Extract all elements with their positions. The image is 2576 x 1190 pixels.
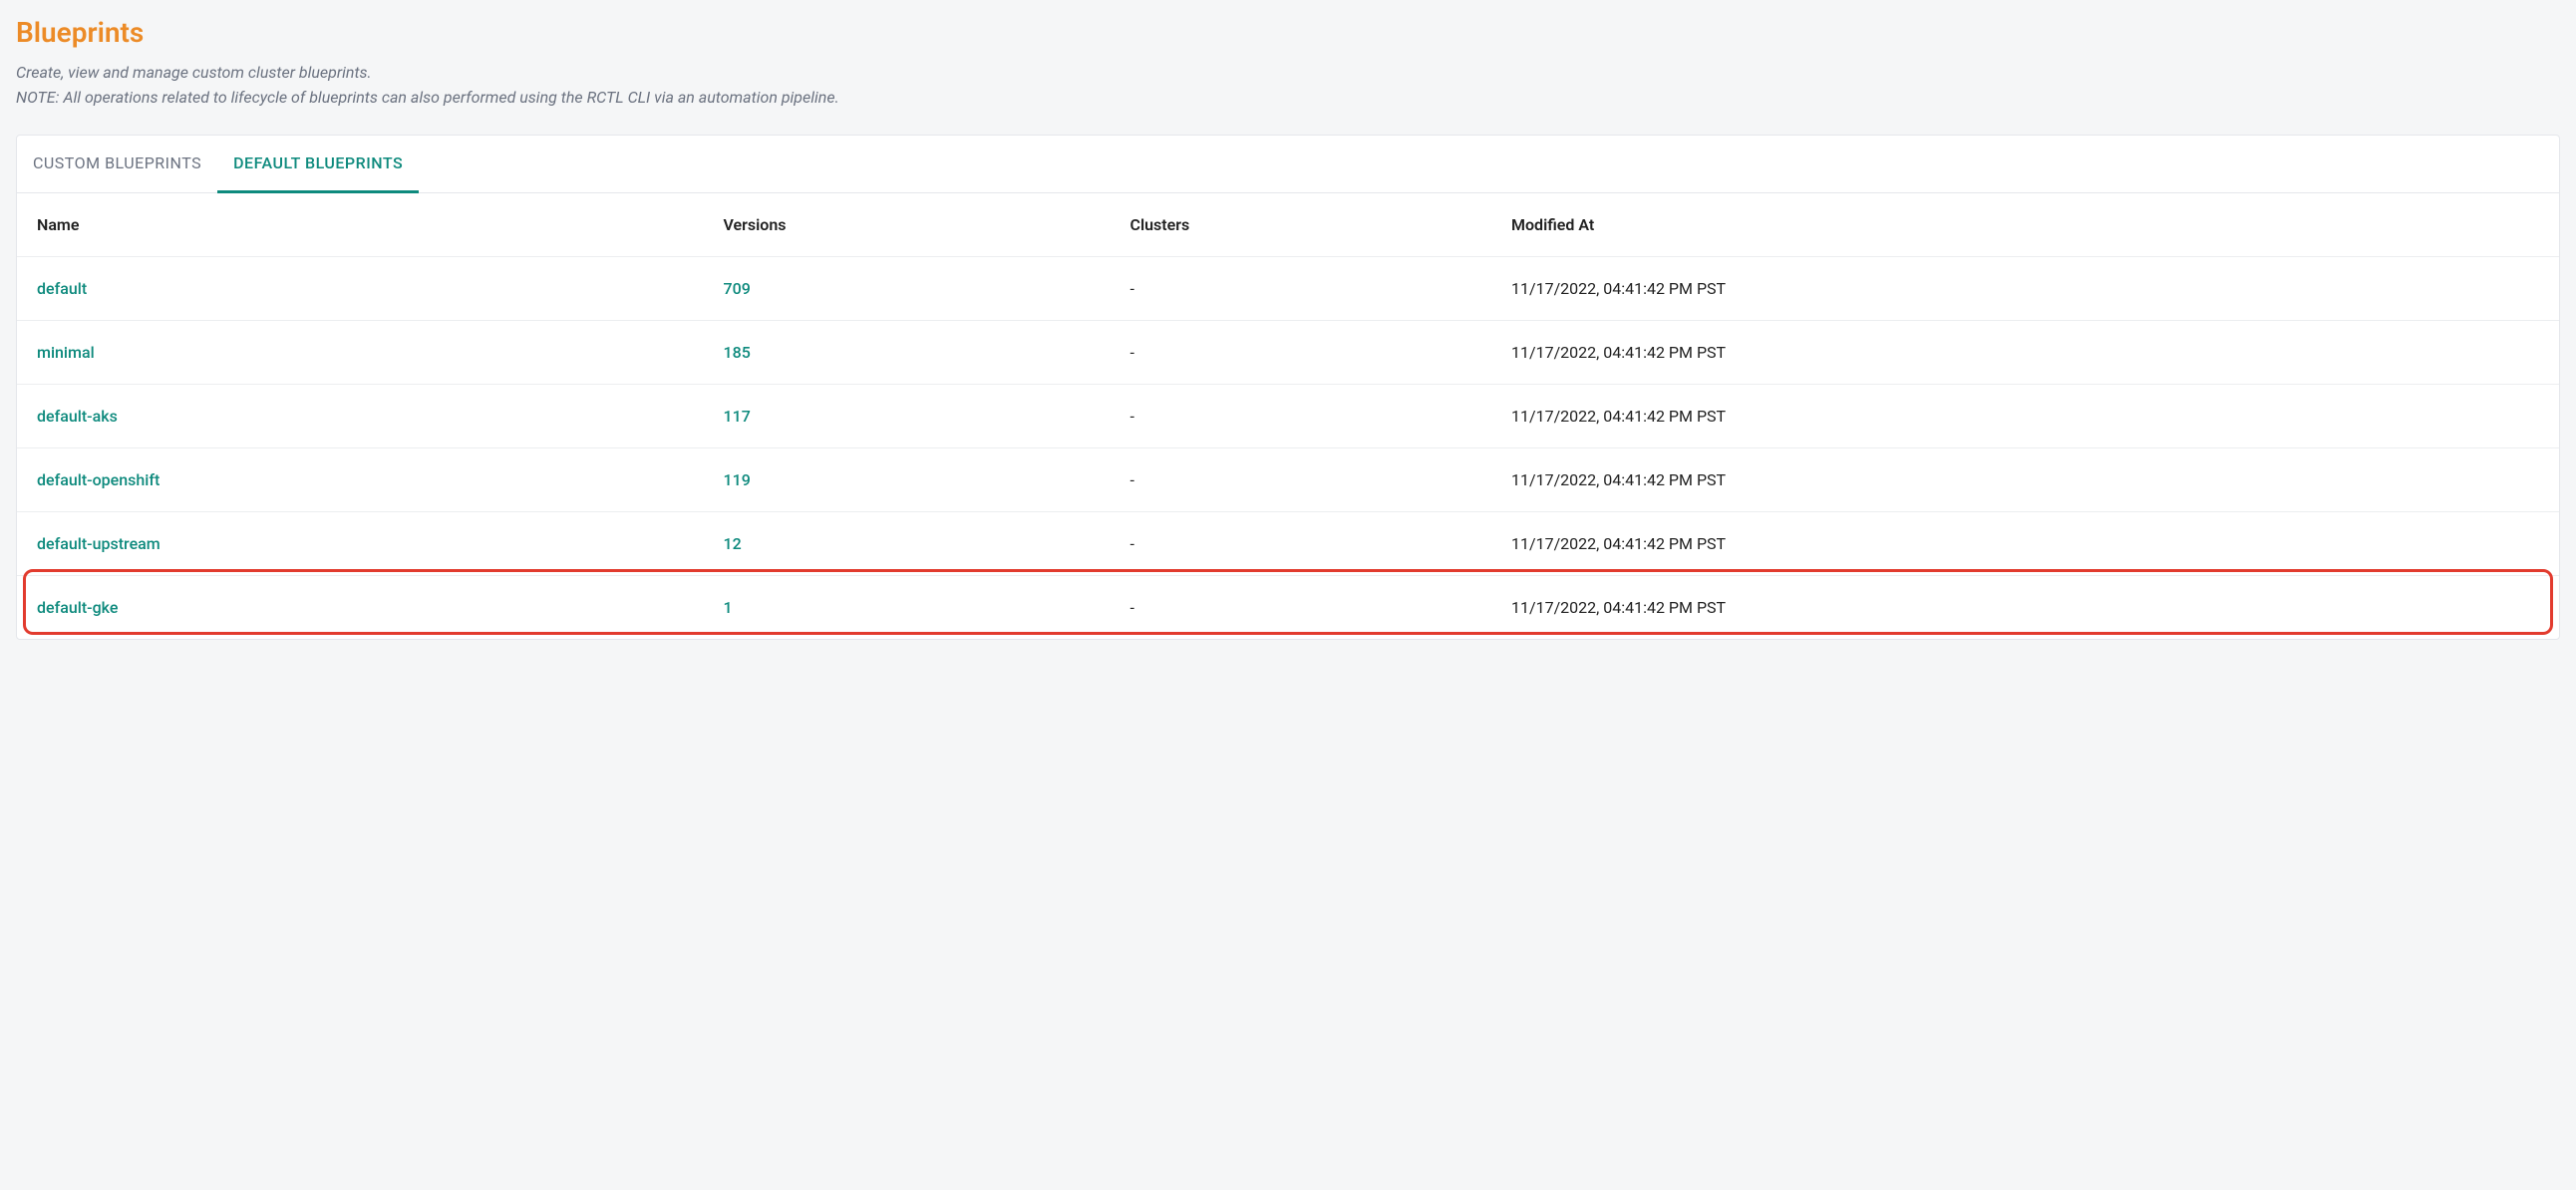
table-row: default-openshift 119 - 11/17/2022, 04:4… — [17, 447, 2559, 511]
blueprint-modified: 11/17/2022, 04:41:42 PM PST — [1511, 470, 1726, 489]
blueprint-clusters: - — [1130, 343, 1134, 362]
blueprint-versions-link[interactable]: 119 — [724, 470, 751, 489]
blueprint-versions-link[interactable]: 185 — [724, 343, 751, 362]
table-row: default-gke 1 - 11/17/2022, 04:41:42 PM … — [17, 575, 2559, 639]
blueprint-clusters: - — [1130, 279, 1134, 298]
blueprint-name-link[interactable]: default-aks — [37, 407, 118, 426]
col-header-name: Name — [17, 193, 704, 257]
blueprint-clusters: - — [1130, 598, 1134, 617]
blueprint-clusters: - — [1130, 407, 1134, 426]
table-row: default 709 - 11/17/2022, 04:41:42 PM PS… — [17, 256, 2559, 320]
blueprint-modified: 11/17/2022, 04:41:42 PM PST — [1511, 279, 1726, 298]
blueprint-name-link[interactable]: default — [37, 279, 87, 298]
table-header-row: Name Versions Clusters Modified At — [17, 193, 2559, 257]
table-row: default-upstream 12 - 11/17/2022, 04:41:… — [17, 511, 2559, 575]
blueprints-card: CUSTOM BLUEPRINTS DEFAULT BLUEPRINTS Nam… — [16, 135, 2560, 640]
table-row: default-aks 117 - 11/17/2022, 04:41:42 P… — [17, 384, 2559, 447]
blueprint-modified: 11/17/2022, 04:41:42 PM PST — [1511, 407, 1726, 426]
blueprint-versions-link[interactable]: 117 — [724, 407, 751, 426]
tab-default-blueprints[interactable]: DEFAULT BLUEPRINTS — [217, 136, 419, 193]
blueprint-modified: 11/17/2022, 04:41:42 PM PST — [1511, 343, 1726, 362]
blueprints-table: Name Versions Clusters Modified At defau… — [17, 193, 2559, 639]
blueprint-versions-link[interactable]: 12 — [724, 534, 742, 553]
blueprint-modified: 11/17/2022, 04:41:42 PM PST — [1511, 534, 1726, 553]
blueprint-name-link[interactable]: minimal — [37, 343, 95, 362]
blueprint-name-link[interactable]: default-upstream — [37, 534, 161, 553]
page-subtitle-line1: Create, view and manage custom cluster b… — [16, 61, 2560, 86]
col-header-modified: Modified At — [1491, 193, 2559, 257]
col-header-versions: Versions — [704, 193, 1111, 257]
col-header-clusters: Clusters — [1111, 193, 1492, 257]
blueprint-name-link[interactable]: default-openshift — [37, 470, 160, 489]
blueprint-versions-link[interactable]: 1 — [724, 598, 733, 617]
page-title: Blueprints — [16, 16, 2560, 49]
blueprint-clusters: - — [1130, 470, 1134, 489]
table-row: minimal 185 - 11/17/2022, 04:41:42 PM PS… — [17, 320, 2559, 384]
blueprint-name-link[interactable]: default-gke — [37, 598, 118, 617]
tab-custom-blueprints[interactable]: CUSTOM BLUEPRINTS — [17, 136, 217, 193]
tabs: CUSTOM BLUEPRINTS DEFAULT BLUEPRINTS — [17, 136, 2559, 193]
blueprint-versions-link[interactable]: 709 — [724, 279, 751, 298]
page-subtitle-line2: NOTE: All operations related to lifecycl… — [16, 86, 2560, 111]
blueprint-clusters: - — [1130, 534, 1134, 553]
blueprint-modified: 11/17/2022, 04:41:42 PM PST — [1511, 598, 1726, 617]
